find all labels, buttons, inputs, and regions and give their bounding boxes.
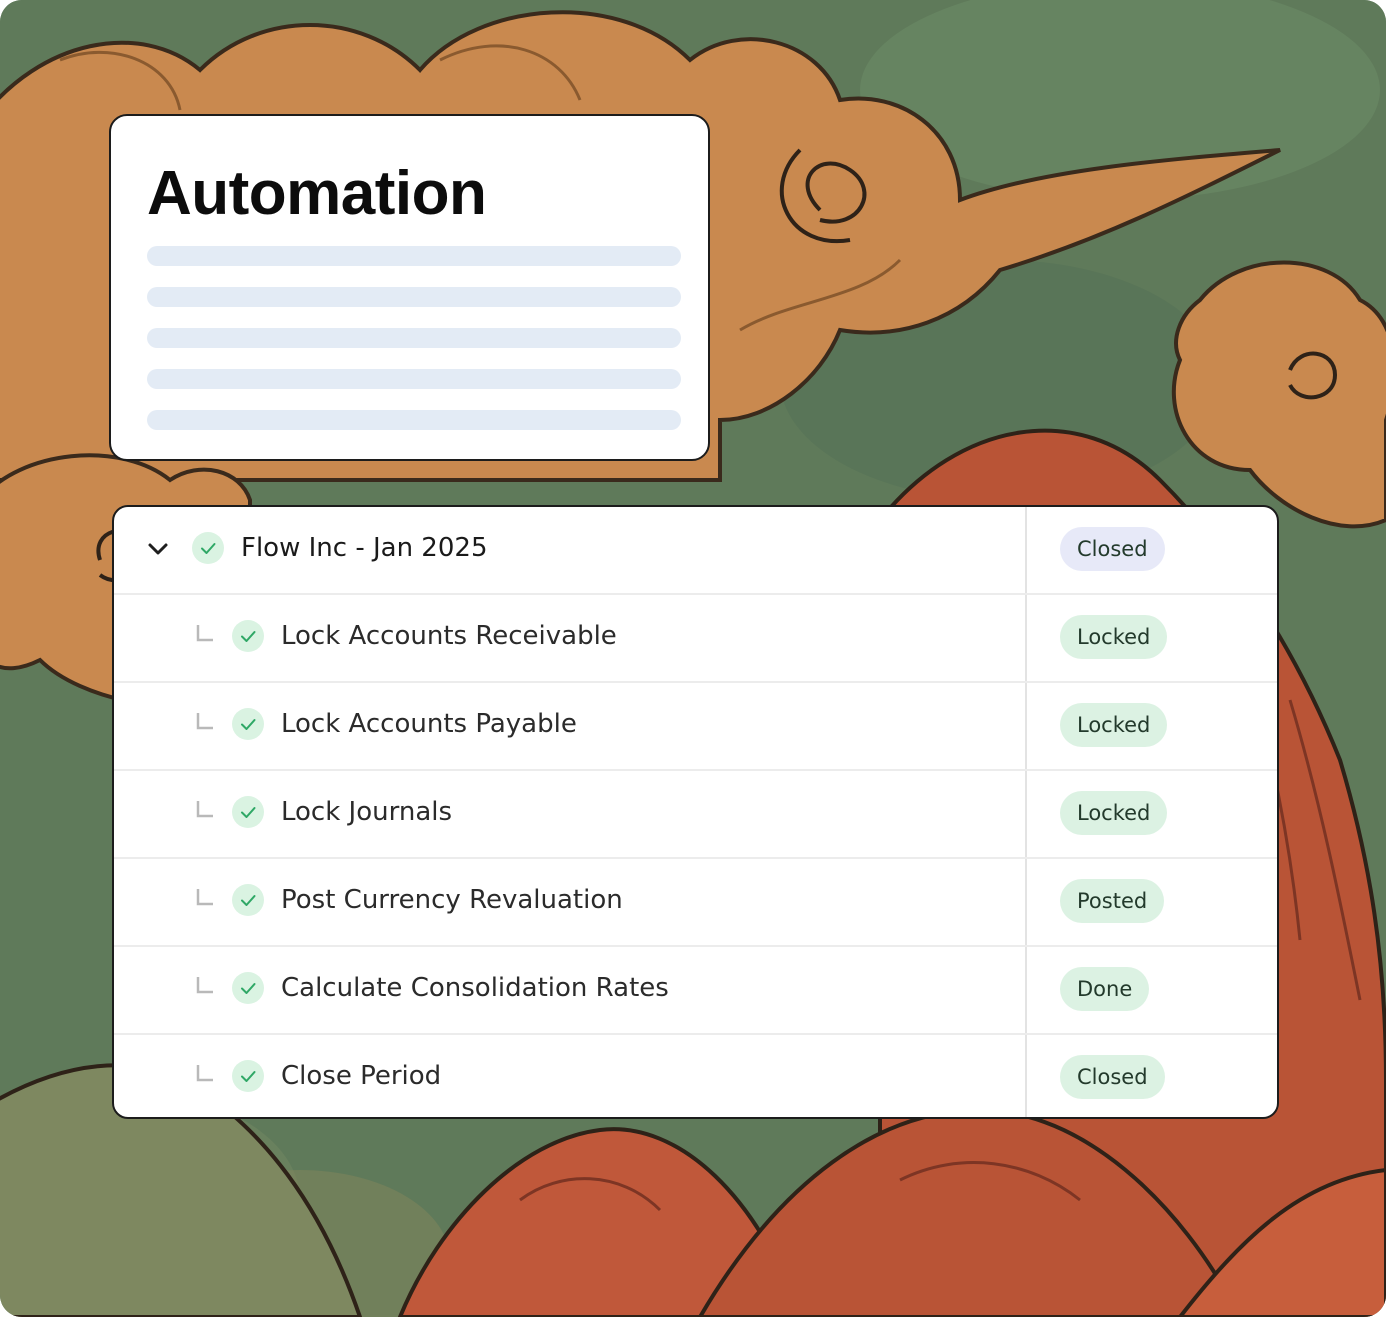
status-badge: Done: [1060, 967, 1150, 1011]
parent-task-row[interactable]: Flow Inc - Jan 2025 Closed: [114, 507, 1277, 595]
check-circle-icon: [232, 708, 264, 740]
text-placeholder-line: [147, 328, 681, 348]
tree-elbow-icon: [196, 1065, 213, 1082]
child-task-row[interactable]: Lock Accounts Receivable Locked: [114, 595, 1277, 683]
child-task-row[interactable]: Lock Accounts Payable Locked: [114, 683, 1277, 771]
automation-title: Automation: [147, 159, 487, 228]
tree-elbow-icon: [196, 713, 213, 730]
child-task-label: Lock Journals: [281, 797, 453, 827]
check-circle-icon: [232, 796, 264, 828]
chevron-down-icon[interactable]: [144, 535, 172, 563]
tree-elbow-icon: [196, 801, 213, 818]
text-placeholder-line: [147, 246, 681, 266]
tree-elbow-icon: [196, 977, 213, 994]
check-circle-icon: [232, 884, 264, 916]
text-placeholder-line: [147, 410, 681, 430]
child-task-label: Lock Accounts Payable: [281, 709, 577, 739]
tree-elbow-icon: [196, 625, 213, 642]
child-task-label: Lock Accounts Receivable: [281, 621, 617, 651]
child-task-label: Close Period: [281, 1061, 442, 1091]
check-circle-icon: [232, 1060, 264, 1092]
status-badge: Closed: [1060, 1055, 1165, 1099]
status-badge: Closed: [1060, 527, 1165, 571]
automation-card: Automation: [109, 114, 710, 461]
tree-elbow-icon: [196, 889, 213, 906]
check-circle-icon: [232, 620, 264, 652]
child-task-row[interactable]: Close Period Closed: [114, 1035, 1277, 1117]
child-task-row[interactable]: Post Currency Revaluation Posted: [114, 859, 1277, 947]
text-placeholder-line: [147, 369, 681, 389]
parent-task-label: Flow Inc - Jan 2025: [241, 533, 488, 563]
check-circle-icon: [232, 972, 264, 1004]
close-checklist-table: Flow Inc - Jan 2025 Closed Lock Accounts…: [112, 505, 1279, 1119]
status-badge: Locked: [1060, 615, 1168, 659]
child-task-row[interactable]: Lock Journals Locked: [114, 771, 1277, 859]
child-task-label: Calculate Consolidation Rates: [281, 973, 669, 1003]
child-task-row[interactable]: Calculate Consolidation Rates Done: [114, 947, 1277, 1035]
hero-illustration: Automation Flow Inc - Jan 2025 Closed Lo…: [0, 0, 1386, 1317]
status-badge: Posted: [1060, 879, 1165, 923]
check-circle-icon: [192, 532, 224, 564]
child-task-label: Post Currency Revaluation: [281, 885, 623, 915]
text-placeholder-line: [147, 287, 681, 307]
status-badge: Locked: [1060, 703, 1168, 747]
status-badge: Locked: [1060, 791, 1168, 835]
